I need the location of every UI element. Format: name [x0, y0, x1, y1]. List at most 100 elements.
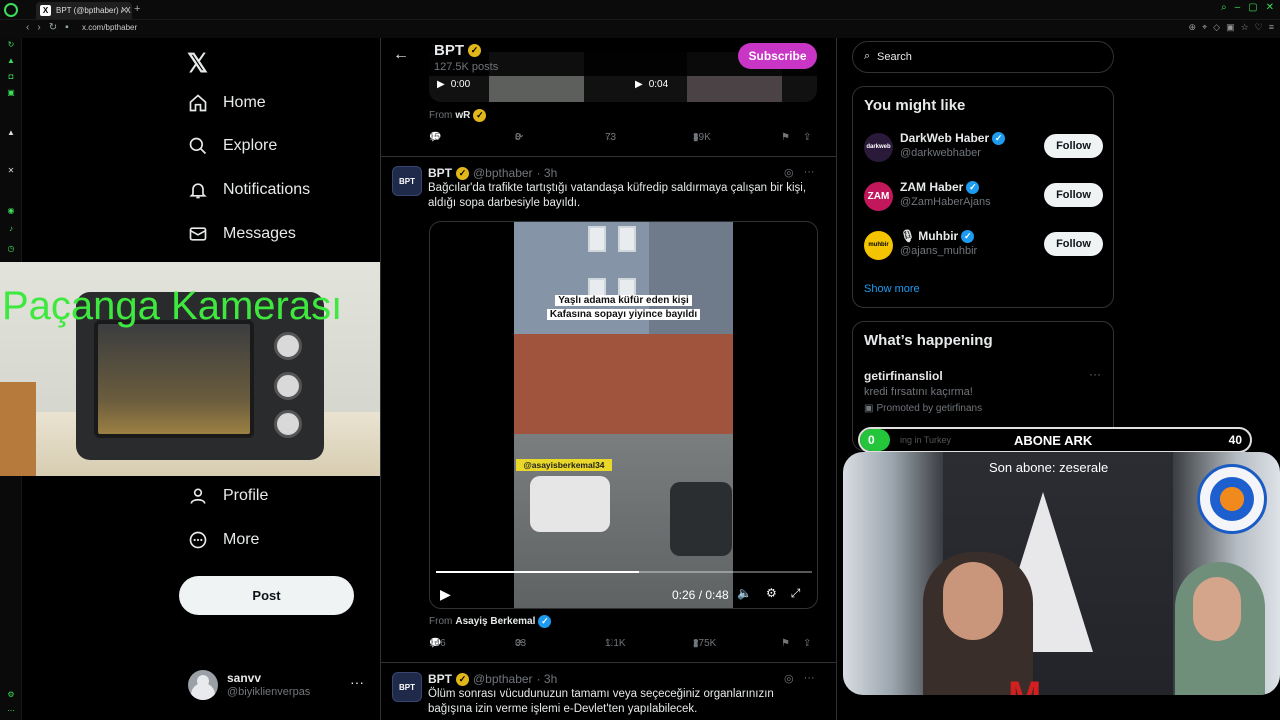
verified-blue-icon: ✓ [538, 615, 552, 628]
sidebar-play-icon[interactable]: ◉ [6, 206, 16, 216]
show-more-link[interactable]: Show more [864, 283, 920, 295]
suggestion-name-text: ZAM Haber [900, 180, 964, 194]
promo-name[interactable]: getirfinansliol [864, 369, 943, 383]
video-progress-bar[interactable] [436, 571, 812, 573]
share-icon[interactable]: ⇪ [803, 638, 811, 649]
more-icon[interactable]: ··· [350, 674, 364, 690]
video-controls[interactable]: ▶ 0:04 [635, 79, 668, 90]
suggestion-handle: @darkwebhaber [900, 147, 981, 159]
reload-icon[interactable]: ↻ [49, 22, 57, 33]
volume-icon[interactable]: 🔈 [737, 586, 752, 601]
new-tab-icon[interactable]: + [134, 3, 140, 15]
play-icon[interactable]: ▶ [440, 586, 451, 603]
menu-icon[interactable]: ≡ [1269, 22, 1274, 33]
lock-icon: ▪ [65, 22, 69, 33]
tweet-author-handle[interactable]: @bpthaber [473, 672, 533, 686]
sidebar-music-icon[interactable]: ♪ [6, 224, 16, 234]
tweet-time[interactable]: · 3h [537, 166, 558, 180]
reply-count: 146 [429, 638, 446, 649]
grok-icon[interactable]: ◎ [784, 672, 794, 685]
forward-icon[interactable]: › [37, 22, 40, 33]
zoom-icon[interactable]: ⊕ [1189, 22, 1197, 33]
minimize-icon[interactable]: – [1235, 2, 1241, 13]
follow-button[interactable]: Follow [1044, 134, 1103, 158]
play-icon[interactable]: ▶ [635, 79, 643, 90]
address-bar: ‹ › ↻ ▪ x.com/bpthaber ⊕ ⌖ ◇ ▣ ☆ ♡ ≡ [0, 20, 1280, 38]
suggestion-item[interactable]: ZAM ZAM Haber ✓ @ZamHaberAjans Follow [864, 180, 1104, 216]
nav-label: Messages [223, 225, 296, 242]
search-icon[interactable]: ⌕ [1221, 2, 1227, 13]
bookmark-icon[interactable]: ⚑ [781, 132, 790, 143]
mic-icon: 🎙 [900, 229, 916, 243]
from-name[interactable]: wR [455, 110, 470, 121]
tweet-author-name[interactable]: BPT [428, 166, 452, 180]
follow-button[interactable]: Follow [1044, 232, 1103, 256]
search-icon [187, 135, 209, 157]
from-attribution: From Asayiş Berkemal ✓ [429, 615, 552, 628]
maximize-icon[interactable]: ▢ [1248, 2, 1257, 13]
more-icon[interactable]: ··· [804, 672, 815, 685]
browser-logo-icon[interactable] [4, 3, 18, 17]
sidebar-more-icon[interactable]: ⋯ [6, 706, 16, 716]
more-icon[interactable]: ··· [1089, 367, 1101, 381]
nav-item-home[interactable]: Home [187, 92, 266, 114]
suggestion-item[interactable]: darkweb DarkWeb Haber ✓ @darkwebhaber Fol… [864, 131, 1104, 167]
tweet-video[interactable]: Yaşlı adama küfür eden kişi Kafasına sop… [429, 221, 818, 609]
suggestion-item[interactable]: muhbir 🎙 Muhbir ✓ @ajans_muhbir Follow [864, 229, 1104, 265]
tweet-author-name[interactable]: BPT [428, 672, 452, 686]
nav-item-more[interactable]: More [187, 529, 259, 551]
x-logo-icon[interactable]: 𝕏 [187, 48, 208, 79]
tweet-time[interactable]: · 3h [537, 672, 558, 686]
account-switcher[interactable]: sanvv @biyiklienverpas ··· [188, 670, 368, 706]
sidebar-chat-icon[interactable]: ◘ [6, 72, 16, 82]
avatar[interactable]: BPT [392, 672, 422, 702]
sidebar-clock-icon[interactable]: ◷ [6, 244, 16, 254]
back-icon[interactable]: ‹ [26, 22, 29, 33]
fullscreen-icon[interactable]: ⤢ [791, 586, 801, 601]
nav-item-explore[interactable]: Explore [187, 135, 277, 157]
video-controls[interactable]: ▶ 0:00 [437, 79, 470, 90]
sidebar-wallet-icon[interactable]: ▣ [6, 88, 16, 98]
follow-button[interactable]: Follow [1044, 183, 1103, 207]
divider [381, 156, 836, 157]
extension-icon[interactable]: ▣ [1226, 22, 1235, 33]
share-icon[interactable]: ⇪ [803, 132, 811, 143]
bookmark-icon[interactable]: ⚑ [781, 638, 790, 649]
play-icon[interactable]: ▶ [437, 79, 445, 90]
avatar[interactable]: BPT [392, 166, 422, 196]
search-box[interactable]: ⌕ Search [852, 41, 1114, 73]
settings-icon[interactable]: ⚙ [766, 586, 777, 601]
video-progress-fill [436, 571, 640, 573]
pin-icon[interactable]: ⌖ [1202, 22, 1207, 33]
heart-icon[interactable]: ♡ [1255, 22, 1263, 33]
sidebar-settings-icon[interactable]: ⚙ [6, 690, 16, 700]
from-name[interactable]: Asayiş Berkemal [455, 616, 535, 627]
shield-icon[interactable]: ◇ [1213, 22, 1220, 33]
subscribe-button[interactable]: Subscribe [738, 43, 817, 69]
close-icon[interactable]: ✕ [1266, 2, 1274, 13]
person-icon [187, 485, 209, 507]
sidebar-arc-icon[interactable]: ▲ [6, 128, 16, 138]
video-caption-line2: Kafasına sopayı yiyince bayıldı [514, 309, 733, 320]
grok-icon[interactable]: ◎ [784, 166, 794, 179]
nav-item-notifications[interactable]: Notifications [187, 179, 310, 201]
sidebar-refresh-icon[interactable]: ↻ [6, 40, 16, 50]
sidebar-bag-icon[interactable]: ▲ [6, 56, 16, 66]
camera-wood [0, 382, 36, 476]
nav-item-messages[interactable]: Messages [187, 223, 296, 245]
oven-knob [274, 372, 302, 400]
tweet-author-handle[interactable]: @bpthaber [473, 166, 533, 180]
more-icon[interactable]: ··· [804, 166, 815, 179]
sidebar-x-icon[interactable]: ✕ [6, 166, 16, 176]
back-arrow-icon[interactable]: ← [393, 46, 409, 64]
video-time: 0:00 [450, 79, 471, 90]
tab-close-icon[interactable]: ✕ [120, 5, 128, 16]
search-icon: ⌕ [864, 50, 871, 62]
star-icon[interactable]: ☆ [1241, 22, 1249, 33]
post-button[interactable]: Post [179, 576, 354, 615]
suggestion-name: 🎙 Muhbir ✓ [900, 229, 975, 243]
nav-item-profile[interactable]: Profile [187, 485, 268, 507]
url-text[interactable]: x.com/bpthaber [82, 23, 137, 32]
caption-text: Kafasına sopayı yiyince bayıldı [546, 309, 701, 320]
browser-tab[interactable]: X BPT (@bpthaber) / X ✕ [36, 2, 132, 19]
